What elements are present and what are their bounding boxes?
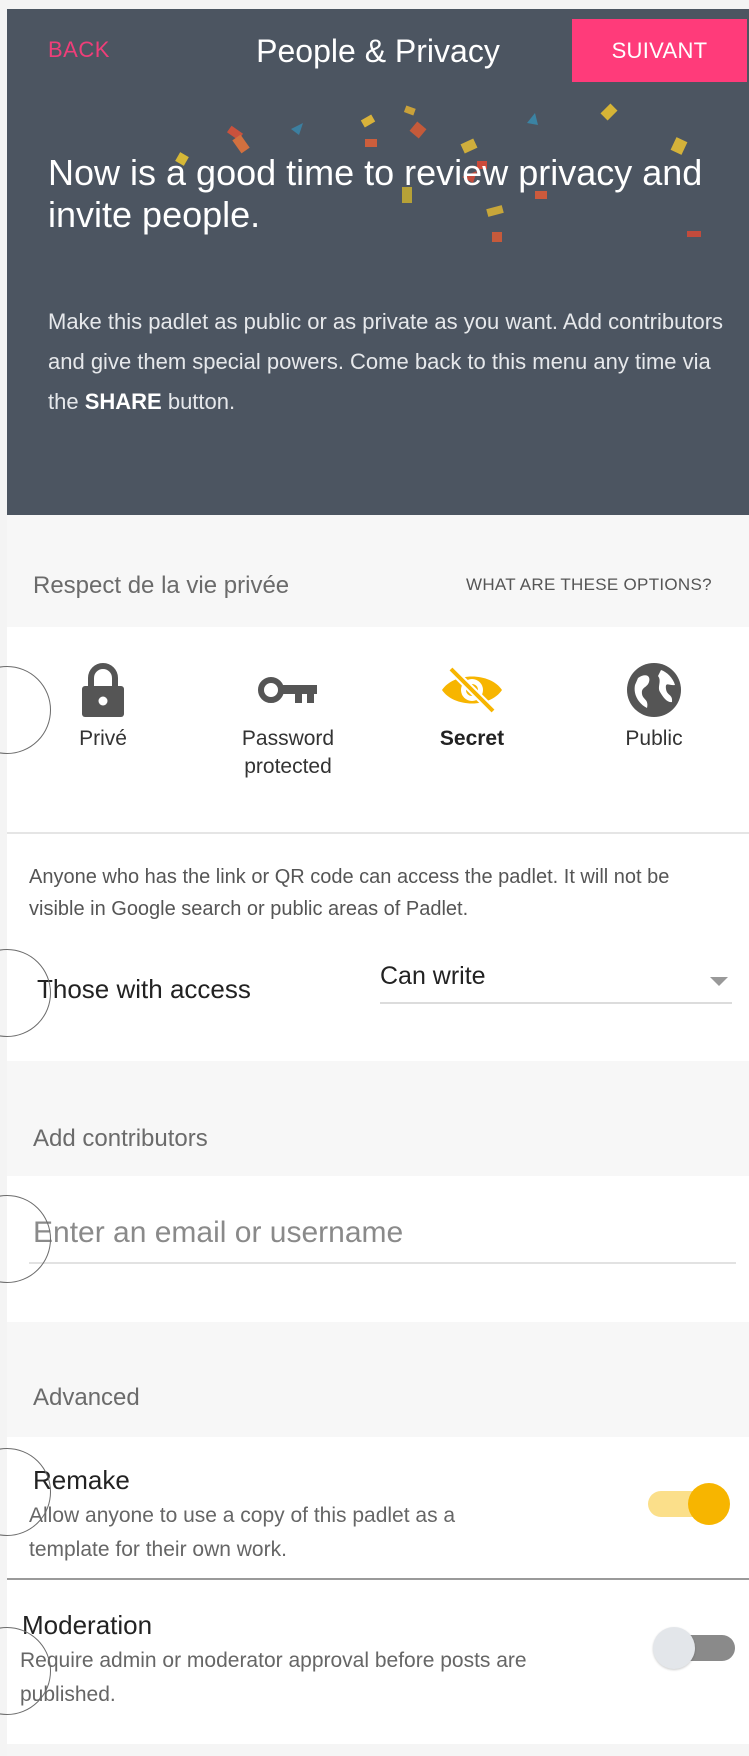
moderation-divider [7,1578,749,1580]
privacy-help-link[interactable]: WHAT ARE THESE OPTIONS? [466,575,712,595]
hero-description: Make this padlet as public or as private… [48,302,738,422]
page-edge-top [0,0,749,9]
access-label: Those with access [37,974,251,1004]
privacy-option-label: Password protected [241,727,335,778]
hero-description-tail: button. [161,389,236,414]
contributor-email-input[interactable] [29,1204,736,1264]
moderation-toggle[interactable] [653,1627,743,1669]
privacy-option-password[interactable]: Password protected [203,655,373,781]
privacy-section-label: Respect de la vie privée [33,572,290,599]
access-permission-value: Can write [380,962,486,990]
privacy-option-label: Public [625,727,683,750]
moderation-description: Require admin or moderator approval befo… [20,1649,527,1706]
advanced-section-label: Advanced [33,1384,140,1411]
contributors-section-label: Add contributors [33,1125,208,1152]
next-button[interactable]: SUIVANT [572,19,747,82]
privacy-option-public[interactable]: Public [569,655,739,753]
key-icon [203,655,373,725]
eye-off-icon [387,655,557,725]
bottom-bar [7,1744,749,1756]
chevron-down-icon [710,977,728,986]
contributors-header-bar [7,1061,749,1176]
privacy-description: Anyone who has the link or QR code can a… [29,866,670,920]
privacy-option-secret[interactable]: Secret [387,655,557,753]
access-permission-select[interactable]: Can write [380,954,732,1004]
hero-title: Now is a good time to review privacy and… [48,152,703,236]
globe-icon [569,655,739,725]
header: BACK People & Privacy SUIVANT Now is a g… [7,9,749,515]
moderation-title: Moderation [22,1610,153,1640]
toggle-knob [688,1483,730,1525]
advanced-header-bar [7,1322,749,1437]
toggle-knob [653,1627,695,1669]
dialog-panel: BACK People & Privacy SUIVANT Now is a g… [7,9,749,1756]
privacy-option-label: Secret [439,727,505,750]
remake-toggle[interactable] [640,1483,730,1525]
remake-description: Allow anyone to use a copy of this padle… [29,1504,456,1561]
privacy-header-bar [7,515,749,627]
privacy-divider [7,832,749,834]
share-keyword: SHARE [84,389,162,414]
